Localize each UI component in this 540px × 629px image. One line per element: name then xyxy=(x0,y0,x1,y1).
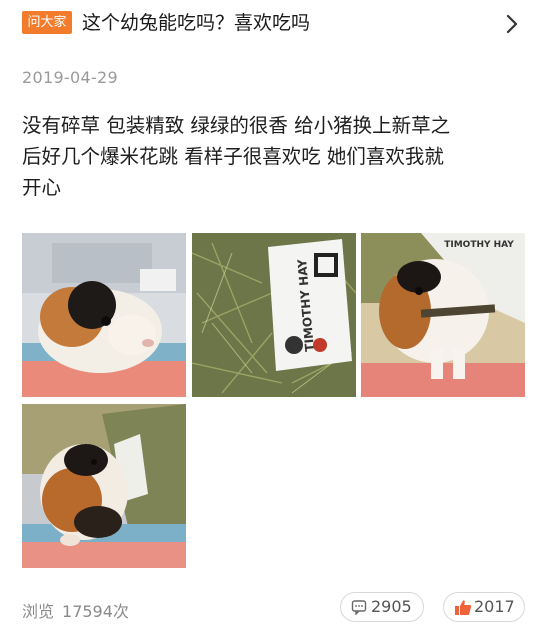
review-text-line: 没有碎草 包装精致 绿绿的很香 给小猪换上新草之 xyxy=(22,114,451,137)
view-count: 浏览 17594次 xyxy=(22,598,129,622)
like-button[interactable]: 2017 xyxy=(443,592,525,622)
bag-label-text: TIMOTHY HAY xyxy=(444,240,514,250)
post-footer: 浏览 17594次 2905 2017 xyxy=(0,588,540,628)
views-label: 浏览 xyxy=(22,602,55,621)
review-text-line: 后好几个爆米花跳 看样子很喜欢吃 她们喜欢我就 xyxy=(22,145,444,168)
question-header[interactable]: 问大家 这个幼兔能吃吗？喜欢吃吗 xyxy=(0,0,540,50)
comment-icon xyxy=(351,600,367,615)
chevron-right-icon[interactable] xyxy=(500,12,524,36)
like-count: 2017 xyxy=(474,597,515,616)
guinea-pig-beside-bag-photo[interactable] xyxy=(22,404,186,568)
review-text: 没有碎草 包装精致 绿绿的很香 给小猪换上新草之 后好几个爆米花跳 看样子很喜欢… xyxy=(22,110,522,203)
comment-count: 2905 xyxy=(371,597,412,616)
ask-everyone-badge: 问大家 xyxy=(22,11,72,34)
comment-button[interactable]: 2905 xyxy=(340,592,424,622)
views-number: 17594次 xyxy=(62,602,129,621)
question-title[interactable]: 这个幼兔能吃吗？喜欢吃吗 xyxy=(82,10,310,36)
timothy-hay-bag-photo[interactable]: TIMOTHY HAY xyxy=(192,233,356,397)
guinea-pig-on-blanket-photo[interactable] xyxy=(22,233,186,397)
post-date: 2019-04-29 xyxy=(22,68,118,87)
guinea-pig-eating-hay-photo[interactable]: TIMOTHY HAY xyxy=(361,233,525,397)
thumbs-up-icon xyxy=(455,600,472,615)
review-text-line: 开心 xyxy=(22,176,62,199)
